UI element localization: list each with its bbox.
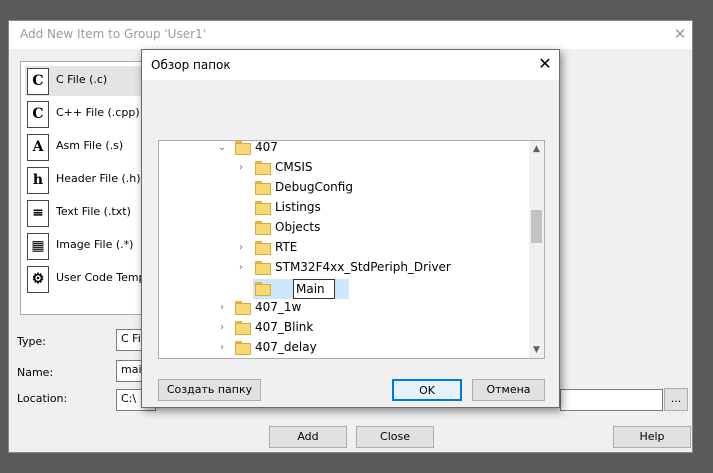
location-input-tail[interactable] xyxy=(560,389,663,411)
tree-item-407-1w[interactable]: › 407_1w xyxy=(159,298,529,318)
asm-file-icon: A xyxy=(27,134,49,161)
chevron-right-icon[interactable]: › xyxy=(235,161,247,175)
user-code-template-icon: ⚙ xyxy=(27,266,49,293)
tree-item-407-delay[interactable]: › 407_delay xyxy=(159,338,529,358)
chevron-right-icon[interactable]: › xyxy=(235,241,247,255)
tree-item-407[interactable]: ⌄ 407 xyxy=(159,140,529,158)
tree-item-label: DebugConfig xyxy=(275,180,353,194)
tree-item-label: 407 xyxy=(255,140,278,154)
tree-item-label: CMSIS xyxy=(275,160,313,174)
tree-item-cmsis[interactable]: › CMSIS xyxy=(159,158,529,178)
browse-folder-close-icon[interactable]: ✕ xyxy=(535,54,555,74)
new-folder-button[interactable]: Создать папку xyxy=(158,379,261,401)
file-type-c[interactable]: C C File (.c) xyxy=(25,66,151,96)
text-file-icon: ≡ xyxy=(27,200,49,227)
add-item-title: Add New Item to Group 'User1' xyxy=(20,27,206,41)
file-type-image[interactable]: ▦ Image File (.*) xyxy=(25,231,151,261)
chevron-right-icon[interactable]: › xyxy=(216,341,228,355)
folder-icon xyxy=(255,241,271,255)
add-item-titlebar: Add New Item to Group 'User1' ✕ xyxy=(9,21,692,49)
folder-tree[interactable]: ⌄ 407 › CMSIS DebugConfig Listings Objec… xyxy=(158,140,545,359)
file-type-cpp[interactable]: C C++ File (.cpp) xyxy=(25,99,151,129)
tree-item-label: RTE xyxy=(275,240,298,254)
tree-item-listings[interactable]: Listings xyxy=(159,198,529,218)
folder-icon xyxy=(235,301,251,315)
tree-scrollbar[interactable]: ▲ ▼ xyxy=(529,141,544,358)
folder-icon xyxy=(235,321,251,335)
tree-item-label: STM32F4xx_StdPeriph_Driver xyxy=(275,260,451,274)
folder-icon xyxy=(235,341,251,355)
folder-icon xyxy=(255,282,271,296)
c-file-icon: C xyxy=(27,68,49,95)
scrollbar-thumb[interactable] xyxy=(531,210,542,243)
folder-icon xyxy=(255,221,271,235)
tree-item-objects[interactable]: Objects xyxy=(159,218,529,238)
browse-folder-title: Обзор папок xyxy=(151,58,231,72)
folder-icon xyxy=(255,181,271,195)
tree-item-label: 407_delay xyxy=(255,340,317,354)
file-type-label: Asm File (.s) xyxy=(56,139,124,152)
ok-button[interactable]: OK xyxy=(392,379,462,401)
folder-icon xyxy=(255,261,271,275)
chevron-right-icon[interactable]: › xyxy=(216,321,228,335)
file-type-label: Header File (.h) xyxy=(56,172,141,185)
tree-item-debugconfig[interactable]: DebugConfig xyxy=(159,178,529,198)
tree-item-new-folder[interactable] xyxy=(159,279,529,299)
tree-item-label: Listings xyxy=(275,200,321,214)
file-type-user-code-template[interactable]: ⚙ User Code Templa xyxy=(25,264,152,294)
type-label: Type: xyxy=(17,335,46,348)
browse-folder-titlebar: Обзор папок ✕ xyxy=(142,50,559,80)
tree-item-label: 407_1w xyxy=(255,300,302,314)
folder-icon xyxy=(235,141,251,155)
close-button[interactable]: Close xyxy=(356,426,434,448)
folder-rename-input[interactable]: Main xyxy=(293,279,335,299)
location-label: Location: xyxy=(17,392,68,405)
file-type-label: Text File (.txt) xyxy=(56,205,131,218)
tree-item-stm32f4xx-stdperiph-driver[interactable]: › STM32F4xx_StdPeriph_Driver xyxy=(159,258,529,278)
scroll-down-icon[interactable]: ▼ xyxy=(529,342,544,358)
name-label: Name: xyxy=(17,366,54,379)
chevron-right-icon[interactable]: › xyxy=(235,261,247,275)
help-button[interactable]: Help xyxy=(613,426,691,448)
browse-folder-dialog: Обзор папок ✕ ⌄ 407 › CMSIS DebugConfig … xyxy=(141,49,560,408)
file-type-list[interactable]: C C File (.c) C C++ File (.cpp) A Asm Fi… xyxy=(20,61,152,315)
tree-item-rte[interactable]: › RTE xyxy=(159,238,529,258)
file-type-label: User Code Templa xyxy=(56,271,152,284)
cpp-file-icon: C xyxy=(27,101,49,128)
file-type-text[interactable]: ≡ Text File (.txt) xyxy=(25,198,151,228)
file-type-label: C File (.c) xyxy=(56,73,108,86)
browse-button[interactable]: ... xyxy=(664,388,688,411)
file-type-label: C++ File (.cpp) xyxy=(56,106,140,119)
add-button[interactable]: Add xyxy=(269,426,347,448)
scroll-up-icon[interactable]: ▲ xyxy=(529,141,544,157)
file-type-label: Image File (.*) xyxy=(56,238,134,251)
file-type-asm[interactable]: A Asm File (.s) xyxy=(25,132,151,162)
header-file-icon: h xyxy=(27,167,49,194)
chevron-down-icon[interactable]: ⌄ xyxy=(216,141,228,155)
chevron-right-icon[interactable]: › xyxy=(216,301,228,315)
folder-icon xyxy=(255,161,271,175)
tree-item-407-blink[interactable]: › 407_Blink xyxy=(159,318,529,338)
tree-item-label: 407_Blink xyxy=(255,320,314,334)
image-file-icon: ▦ xyxy=(27,233,49,260)
add-item-close-icon[interactable]: ✕ xyxy=(673,25,687,43)
tree-item-label: Objects xyxy=(275,220,321,234)
cancel-button[interactable]: Отмена xyxy=(472,379,545,401)
file-type-header[interactable]: h Header File (.h) xyxy=(25,165,151,195)
folder-icon xyxy=(255,201,271,215)
